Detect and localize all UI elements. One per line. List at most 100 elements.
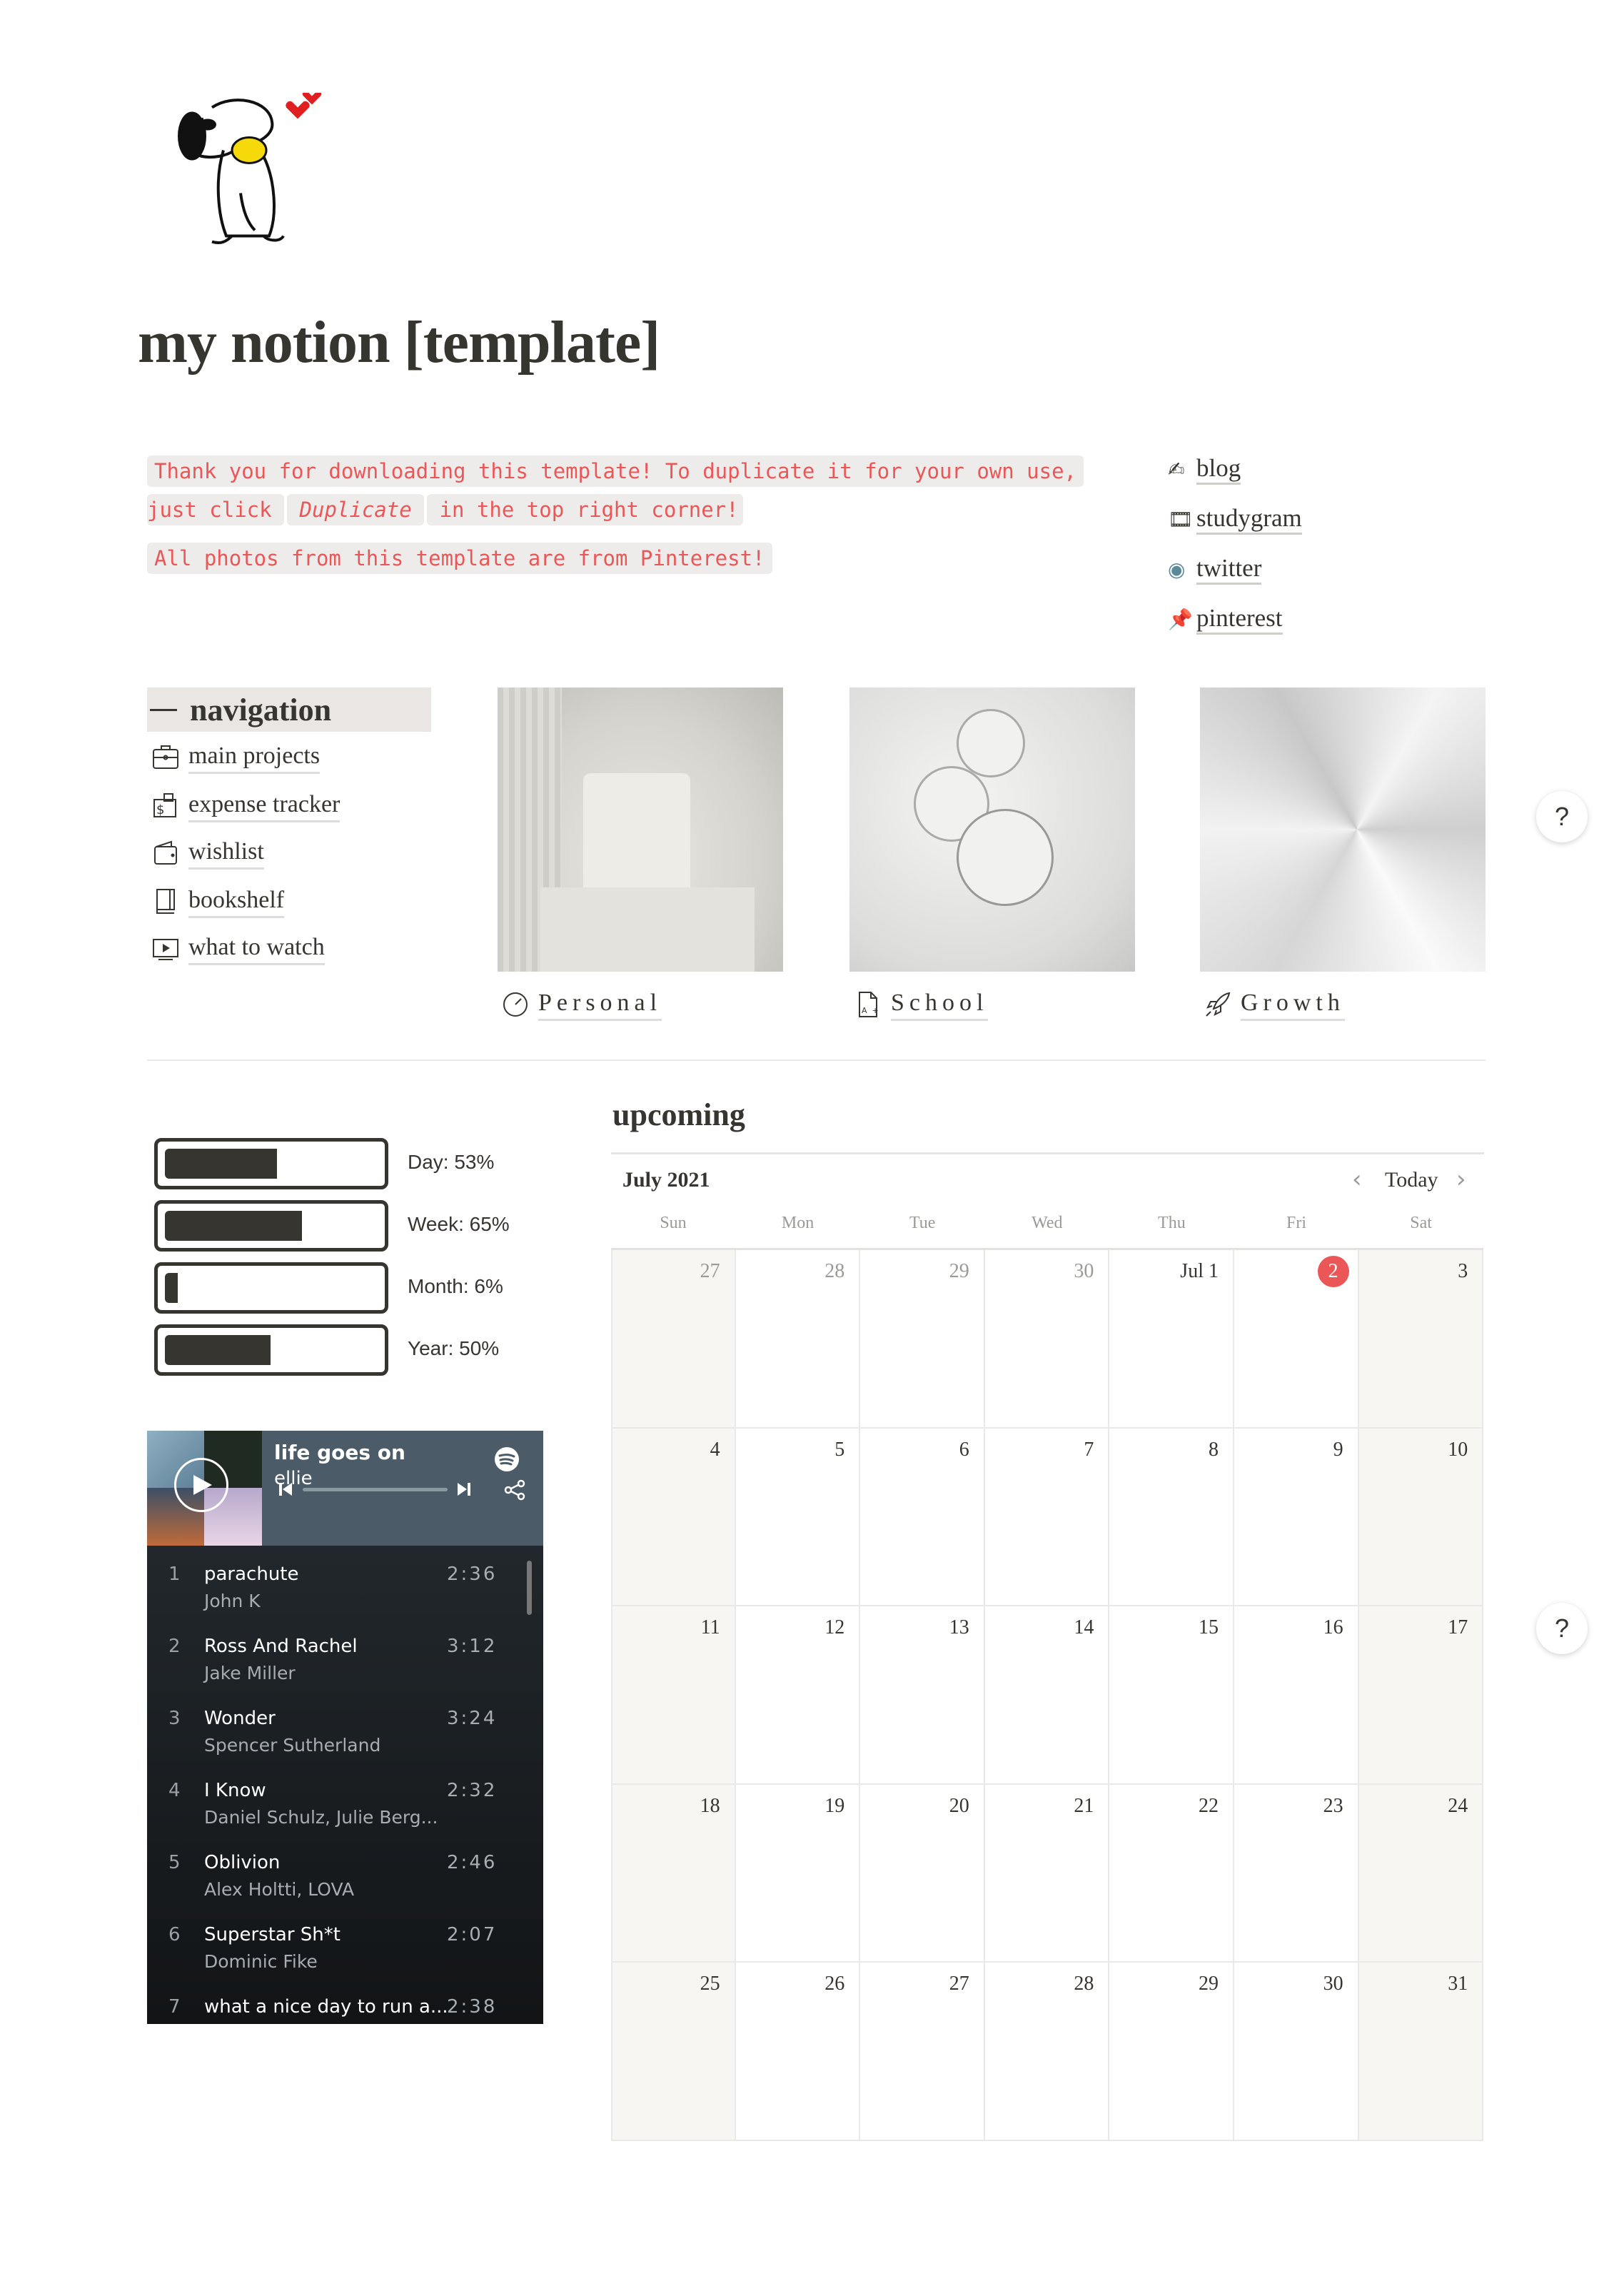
day-number: 24 — [1448, 1794, 1468, 1817]
track-artist: Spencer Sutherland — [204, 1735, 381, 1756]
calendar-day-cell[interactable]: 30 — [984, 1250, 1110, 1429]
calendar-day-cell[interactable]: 27 — [611, 1250, 736, 1429]
track-row[interactable]: 6 Superstar Sh*t Dominic Fike 2:07 — [147, 1924, 518, 1995]
calendar-day-cell[interactable]: 18 — [611, 1784, 736, 1963]
link-label: twitter — [1196, 554, 1262, 585]
link-pinterest[interactable]: 📌 pinterest — [1168, 604, 1283, 635]
calendar-day-cell[interactable]: 27 — [860, 1963, 985, 2141]
nav-item-wishlist[interactable]: wishlist — [151, 832, 264, 872]
share-icon[interactable] — [504, 1479, 525, 1501]
calendar-day-cell[interactable]: 19 — [735, 1784, 861, 1963]
day-number: 15 — [1198, 1616, 1219, 1638]
calendar-day-cell[interactable]: 10 — [1358, 1428, 1484, 1606]
progress-bar — [154, 1262, 388, 1314]
next-track-icon[interactable] — [455, 1481, 473, 1498]
calendar-day-cell[interactable]: 5 — [735, 1428, 861, 1606]
day-number: 30 — [1323, 1973, 1343, 1995]
track-artist: Fudasca, Jamie, Snow, P... — [204, 2023, 434, 2024]
calendar-day-cell[interactable]: 28 — [984, 1963, 1110, 2141]
svg-text:A+: A+ — [862, 1006, 882, 1015]
track-number: 6 — [168, 1924, 181, 1945]
calendar-day-cell[interactable]: 9 — [1234, 1428, 1359, 1606]
calendar-day-cell[interactable]: 3 — [1358, 1250, 1484, 1429]
track-duration: 2:32 — [447, 1780, 498, 1801]
calendar-day-cell[interactable]: Jul 1 — [1109, 1250, 1234, 1429]
track-number: 7 — [168, 1996, 181, 2018]
play-button[interactable] — [174, 1458, 228, 1512]
gallery-caption-personal[interactable]: Personal — [501, 987, 662, 1021]
calendar-day-cell[interactable]: 4 — [611, 1428, 736, 1606]
calendar-day-cell[interactable]: 8 — [1109, 1428, 1234, 1606]
calendar-day-cell[interactable]: 20 — [860, 1784, 985, 1963]
calendar-day-cell[interactable]: 26 — [735, 1963, 861, 2141]
track-row[interactable]: 2 Ross And Rachel Jake Miller 3:12 — [147, 1636, 518, 1707]
calendar-day-cell[interactable]: 31 — [1358, 1963, 1484, 2141]
gallery-caption-school[interactable]: A+ School — [854, 987, 989, 1021]
day-number: 11 — [700, 1616, 720, 1638]
calendar-day-cell[interactable]: 23 — [1234, 1784, 1359, 1963]
calendar-day-cell[interactable]: 21 — [984, 1784, 1110, 1963]
nav-item-what-to-watch[interactable]: what to watch — [151, 928, 325, 968]
navigation-toggle-heading[interactable]: navigation — [147, 688, 431, 732]
calendar-day-cell[interactable]: 17 — [1358, 1606, 1484, 1785]
link-studygram[interactable]: 🎞 studygram — [1168, 504, 1302, 535]
calendar-day-cell[interactable]: 29 — [860, 1250, 985, 1429]
day-number: 22 — [1198, 1794, 1219, 1817]
gallery-image-school[interactable] — [849, 688, 1135, 972]
help-button[interactable]: ? — [1536, 791, 1588, 842]
day-number: 14 — [1074, 1616, 1094, 1638]
playlist-cover-art — [147, 1431, 262, 1546]
calendar-day-cell[interactable]: 28 — [735, 1250, 861, 1429]
gallery-caption-growth[interactable]: Growth — [1204, 987, 1345, 1021]
calendar-day-cell[interactable]: 12 — [735, 1606, 861, 1785]
calendar-day-cell[interactable]: 15 — [1109, 1606, 1234, 1785]
track-row[interactable]: 4 I Know Daniel Schulz, Julie Berg... 2:32 — [147, 1780, 518, 1851]
day-number: 27 — [949, 1973, 969, 1995]
link-blog[interactable]: ✍ blog — [1168, 454, 1241, 485]
nav-item-main-projects[interactable]: main projects — [151, 737, 321, 777]
link-twitter[interactable]: ◉ twitter — [1168, 554, 1262, 585]
day-number: 17 — [1448, 1616, 1468, 1638]
nav-item-expense-tracker[interactable]: $ expense tracker — [151, 785, 341, 825]
eye-orb-icon: ◉ — [1168, 558, 1186, 581]
chevron-left-icon[interactable]: ‹ — [1352, 1165, 1362, 1194]
calendar-day-cell[interactable]: 30 — [1234, 1963, 1359, 2141]
today-button[interactable]: Today — [1385, 1168, 1438, 1192]
gallery-image-personal[interactable] — [498, 688, 783, 972]
calendar-day-cell[interactable]: 6 — [860, 1428, 985, 1606]
calendar-month: July 2021 — [622, 1168, 710, 1192]
track-artist: John K — [204, 1591, 261, 1611]
nav-item-bookshelf[interactable]: bookshelf — [151, 881, 285, 921]
progress-label: Week: 65% — [408, 1213, 510, 1235]
calendar-day-cell[interactable]: 13 — [860, 1606, 985, 1785]
calendar-day-cell[interactable]: 22 — [1109, 1784, 1234, 1963]
track-row[interactable]: 5 Oblivion Alex Holtti, LOVA 2:46 — [147, 1852, 518, 1923]
track-row[interactable]: 7 what a nice day to run a... Fudasca, Jam… — [147, 1996, 518, 2024]
weekday-label: Sun — [660, 1214, 687, 1232]
calendar-day-cell[interactable]: 14 — [984, 1606, 1110, 1785]
day-number: 30 — [1074, 1260, 1094, 1282]
chevron-right-icon[interactable]: › — [1456, 1165, 1466, 1194]
gallery-image-growth[interactable] — [1200, 688, 1486, 972]
track-row[interactable]: 1 parachute John K 2:36 — [147, 1564, 518, 1635]
progress-slider[interactable] — [303, 1488, 448, 1491]
previous-track-icon[interactable] — [277, 1481, 294, 1498]
progress-fill — [165, 1335, 271, 1365]
calendar-day-cell[interactable]: 16 — [1234, 1606, 1359, 1785]
calendar-day-cell[interactable]: 25 — [611, 1963, 736, 2141]
day-number: Jul 1 — [1180, 1260, 1219, 1282]
scrollbar[interactable] — [527, 1561, 532, 1615]
calendar-day-cell[interactable]: 24 — [1358, 1784, 1484, 1963]
track-row[interactable]: 3 Wonder Spencer Sutherland 3:24 — [147, 1708, 518, 1779]
calendar-day-cell[interactable]: 11 — [611, 1606, 736, 1785]
day-number: 26 — [824, 1973, 845, 1995]
day-number: 23 — [1323, 1794, 1343, 1817]
calendar-day-cell[interactable]: 2 — [1234, 1250, 1359, 1429]
spotify-logo-icon[interactable] — [494, 1446, 520, 1472]
calendar-day-cell[interactable]: 7 — [984, 1428, 1110, 1606]
playlist-name: life goes on — [274, 1441, 405, 1464]
help-button[interactable]: ? — [1536, 1603, 1588, 1654]
day-number: 25 — [700, 1973, 720, 1995]
gauge-icon — [503, 992, 528, 1017]
calendar-day-cell[interactable]: 29 — [1109, 1963, 1234, 2141]
